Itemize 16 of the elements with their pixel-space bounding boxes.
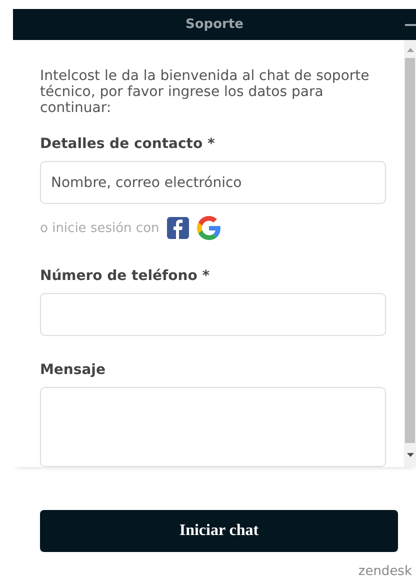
login-text: o inicie sesión con xyxy=(40,220,160,236)
field-label: Detalles de contacto * xyxy=(40,136,216,152)
message-field[interactable] xyxy=(40,387,386,467)
field-label: Número de teléfono * xyxy=(40,268,211,284)
input-field[interactable]: Nombre, correo electrónico xyxy=(40,161,386,204)
brand-text: zendesk xyxy=(358,564,412,579)
welcome-text: Intelcost le da la bienvenida al chat de soporte técnico, por favor ingrese los datos para continuar: xyxy=(40,68,370,116)
input-field[interactable] xyxy=(40,293,386,336)
google-icon[interactable] xyxy=(197,216,222,240)
start-chat-button[interactable]: Iniciar chat xyxy=(40,510,398,552)
field-label: Mensaje xyxy=(40,362,106,378)
scrollbar-thumb[interactable] xyxy=(405,58,415,443)
chat-title: Soporte xyxy=(186,17,244,32)
facebook-icon[interactable] xyxy=(167,217,190,239)
scroll-up-icon[interactable] xyxy=(406,48,414,52)
scroll-down-icon[interactable] xyxy=(406,453,414,457)
